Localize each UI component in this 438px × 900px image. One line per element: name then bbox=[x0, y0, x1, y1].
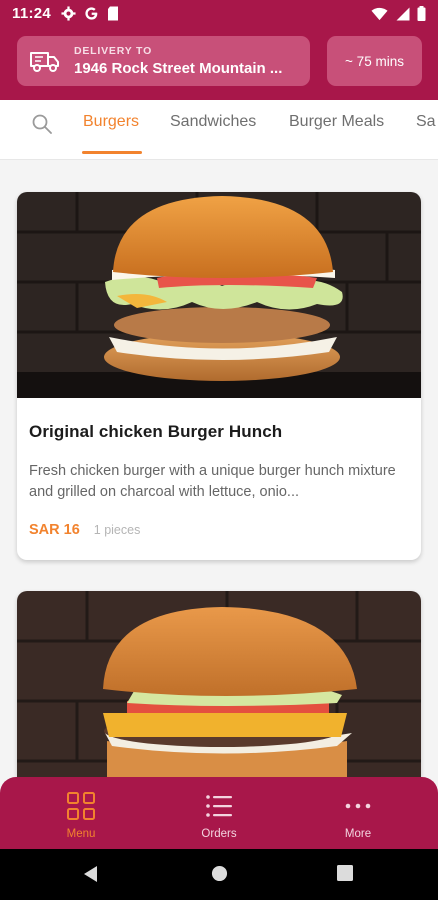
nav-menu[interactable]: Menu bbox=[41, 791, 121, 840]
grid-icon bbox=[67, 792, 95, 820]
status-bar: 11:24 bbox=[0, 0, 438, 27]
delivery-truck-icon bbox=[30, 52, 59, 72]
tab-sandwiches[interactable]: Sandwiches bbox=[170, 113, 256, 131]
bottom-nav: Menu Orders More bbox=[0, 777, 438, 849]
tab-burger-meals[interactable]: Burger Meals bbox=[289, 113, 384, 131]
eta-button[interactable]: ~ 75 mins bbox=[327, 36, 422, 86]
delivery-address: 1946 Rock Street Mountain ... bbox=[74, 60, 283, 77]
sim-card-icon bbox=[108, 6, 119, 21]
home-icon[interactable] bbox=[211, 865, 228, 882]
tab-burgers[interactable]: Burgers bbox=[83, 113, 139, 131]
recents-icon[interactable] bbox=[337, 865, 353, 881]
wifi-icon bbox=[371, 7, 388, 20]
product-pieces: 1 pieces bbox=[93, 523, 141, 537]
google-icon bbox=[85, 7, 98, 20]
nav-orders-label: Orders bbox=[201, 828, 237, 840]
system-nav-bar bbox=[0, 849, 438, 900]
search-icon[interactable] bbox=[30, 112, 54, 136]
gear-icon bbox=[61, 6, 76, 21]
nav-menu-label: Menu bbox=[66, 828, 96, 840]
delivery-address-button[interactable]: DELIVERY TO 1946 Rock Street Mountain ..… bbox=[17, 36, 310, 86]
tab-partial[interactable]: Sa bbox=[416, 113, 436, 131]
nav-more[interactable]: More bbox=[318, 791, 398, 840]
status-time: 11:24 bbox=[12, 5, 52, 22]
product-image bbox=[17, 192, 421, 398]
header: DELIVERY TO 1946 Rock Street Mountain ..… bbox=[0, 27, 438, 100]
eta-text: ~ 75 mins bbox=[345, 53, 404, 69]
active-tab-indicator bbox=[82, 151, 142, 154]
app-screen: 11:24 DELIVERY TO 1946 Rock Street Mount… bbox=[0, 0, 438, 900]
signal-icon bbox=[396, 7, 410, 20]
delivery-label: DELIVERY TO bbox=[74, 45, 153, 57]
product-title: Original chicken Burger Hunch bbox=[29, 422, 283, 441]
product-price: SAR 16 bbox=[29, 522, 80, 538]
back-icon[interactable] bbox=[82, 865, 100, 883]
product-description: Fresh chicken burger with a unique burge… bbox=[29, 463, 396, 500]
category-tabs: Burgers Sandwiches Burger Meals Sa bbox=[0, 100, 438, 160]
more-dots-icon bbox=[345, 803, 371, 809]
battery-icon bbox=[417, 6, 426, 21]
nav-orders[interactable]: Orders bbox=[179, 791, 259, 840]
list-icon bbox=[206, 795, 232, 817]
nav-more-label: More bbox=[344, 828, 372, 840]
product-card[interactable]: Original chicken Burger Hunch Fresh chic… bbox=[17, 192, 421, 560]
